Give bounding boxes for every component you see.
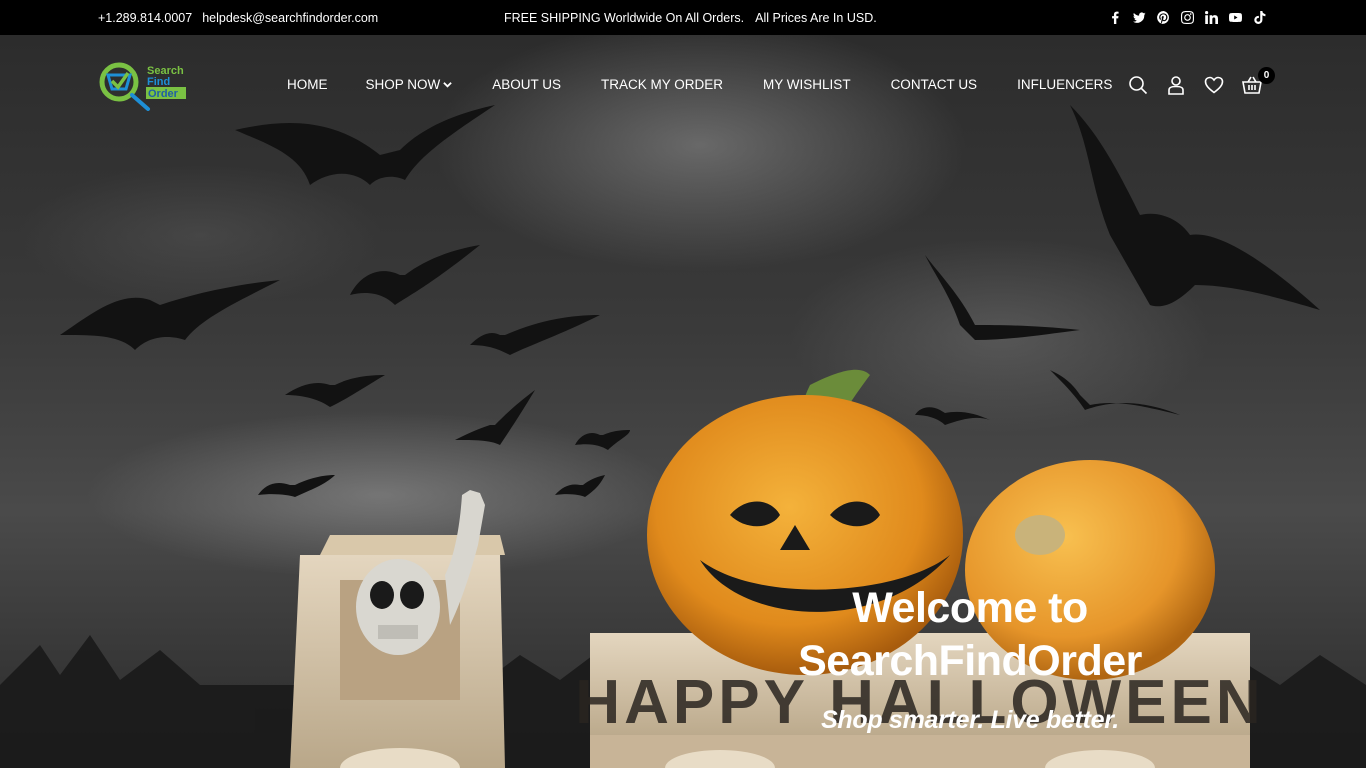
nav-influencers[interactable]: INFLUENCERS: [1017, 77, 1112, 92]
nav-contact-us[interactable]: CONTACT US: [891, 77, 978, 92]
nav-shop-now[interactable]: SHOP NOW: [366, 77, 453, 92]
nav-track-my-order[interactable]: TRACK MY ORDER: [601, 77, 723, 92]
nav-my-wishlist[interactable]: MY WISHLIST: [763, 77, 851, 92]
cart-count-badge: 0: [1258, 67, 1275, 84]
promo-text: FREE SHIPPING Worldwide On All Orders. A…: [504, 11, 877, 25]
chevron-down-icon: [443, 82, 453, 88]
hero-headline: Welcome to SearchFindOrder: [770, 582, 1170, 688]
logo-word-find: Find: [147, 76, 170, 88]
youtube-icon[interactable]: [1228, 11, 1242, 25]
hero-headline-line2: SearchFindOrder: [798, 637, 1142, 685]
facebook-icon[interactable]: [1108, 11, 1122, 25]
linkedin-icon[interactable]: [1204, 11, 1218, 25]
main-nav: HOME SHOP NOW ABOUT US TRACK MY ORDER MY…: [287, 77, 1112, 92]
header-actions: [1128, 75, 1262, 95]
site-header: Search Find Order HOME SHOP NOW ABOUT US…: [0, 35, 1366, 135]
top-bar: +1.289.814.0007 helpdesk@searchfindorder…: [0, 0, 1366, 35]
shipping-notice: FREE SHIPPING Worldwide On All Orders.: [504, 10, 745, 25]
hero-tagline: Shop smarter. Live better.: [821, 706, 1119, 734]
nav-shop-now-label: SHOP NOW: [365, 77, 441, 92]
wishlist-heart-icon[interactable]: [1204, 75, 1224, 95]
tiktok-icon[interactable]: [1252, 11, 1266, 25]
currency-notice: All Prices Are In USD.: [755, 10, 877, 25]
nav-about-us[interactable]: ABOUT US: [492, 77, 561, 92]
search-icon[interactable]: [1128, 75, 1148, 95]
pinterest-icon[interactable]: [1156, 11, 1170, 25]
nav-home[interactable]: HOME: [287, 77, 328, 92]
contact-info: +1.289.814.0007 helpdesk@searchfindorder…: [98, 11, 378, 25]
social-links: [1108, 11, 1266, 25]
logo-word-order: Order: [148, 88, 179, 100]
email-address[interactable]: helpdesk@searchfindorder.com: [202, 11, 378, 25]
hero-headline-line1: Welcome to: [852, 584, 1088, 632]
user-account-icon[interactable]: [1166, 75, 1186, 95]
logo-graphic: Search Find Order: [99, 62, 186, 111]
site-logo[interactable]: Search Find Order: [98, 59, 190, 111]
phone-number[interactable]: +1.289.814.0007: [98, 11, 192, 25]
twitter-icon[interactable]: [1132, 11, 1146, 25]
bats: [60, 105, 1320, 497]
instagram-icon[interactable]: [1180, 11, 1194, 25]
